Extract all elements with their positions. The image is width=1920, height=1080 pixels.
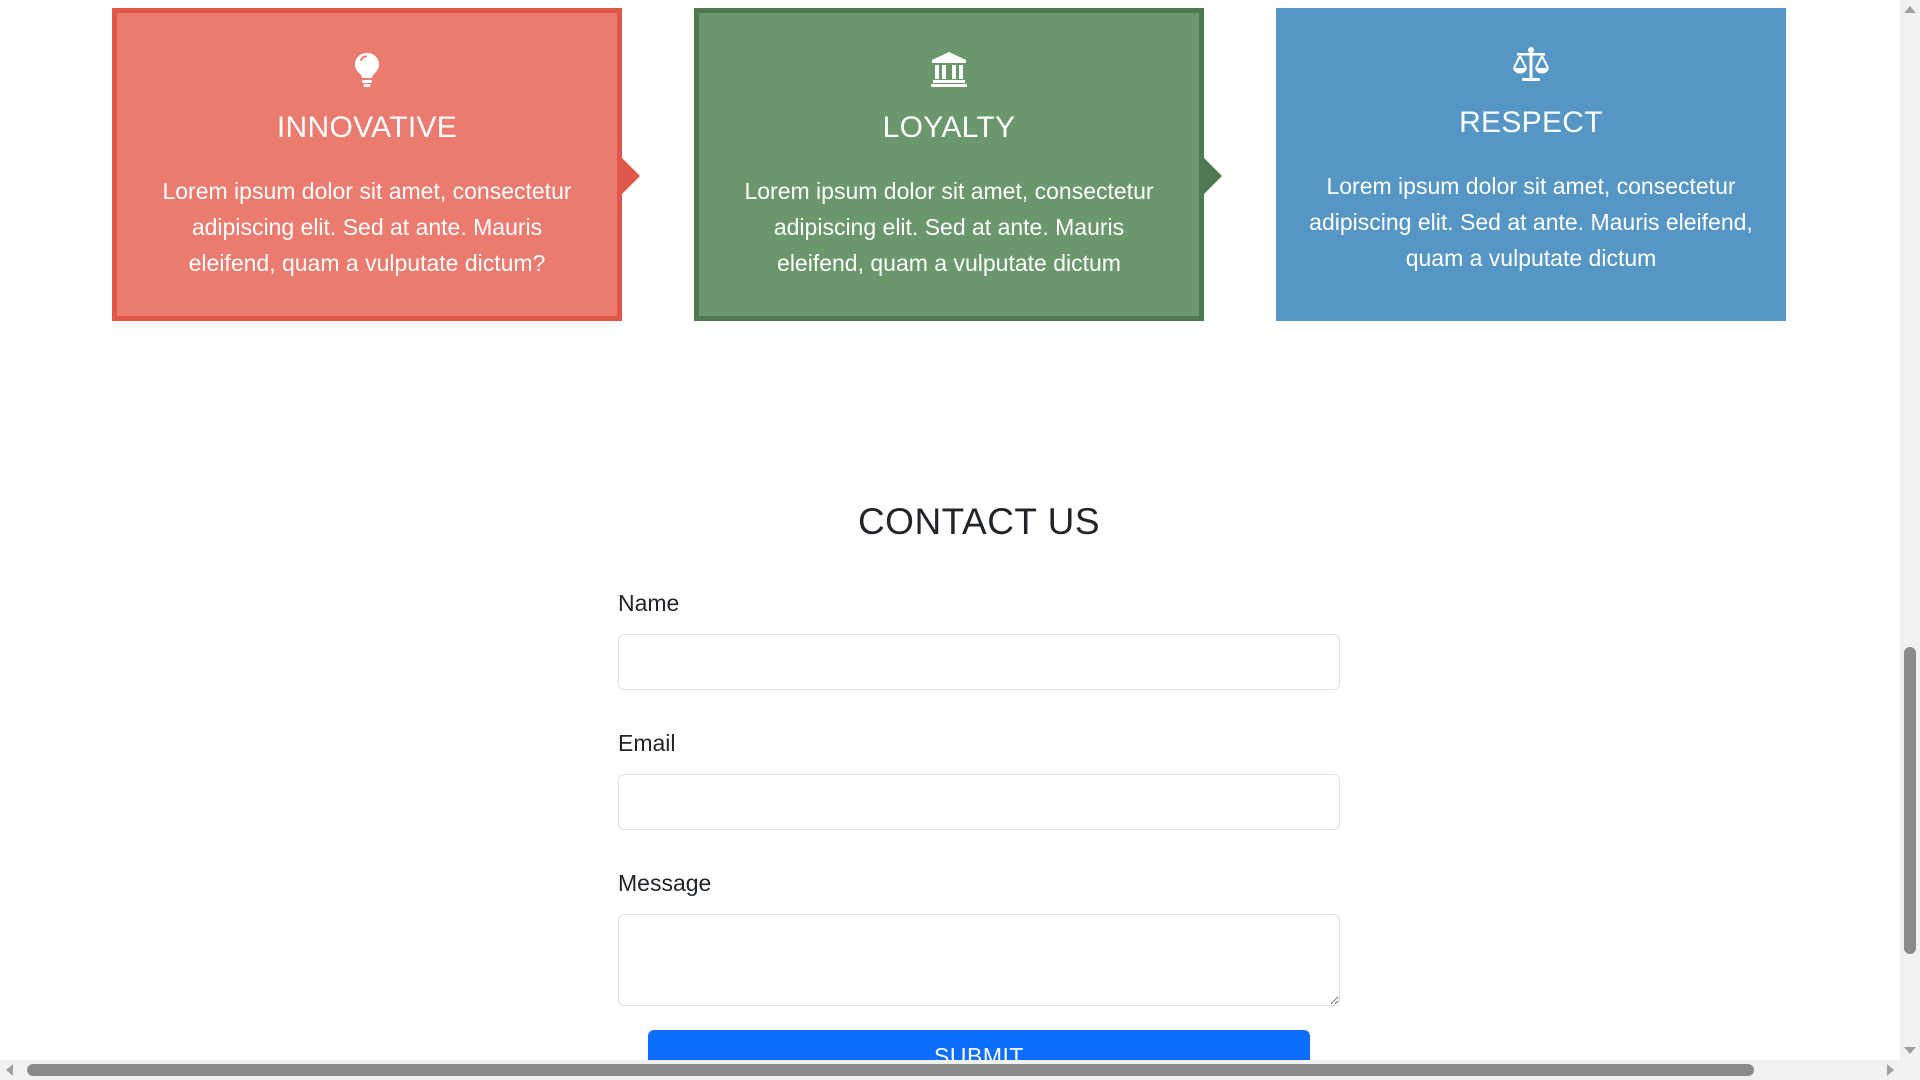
message-label: Message (618, 870, 712, 896)
feature-description: Lorem ipsum dolor sit amet, consectetur … (162, 178, 572, 276)
feature-description: Lorem ipsum dolor sit amet, consectetur … (1309, 173, 1753, 271)
email-label: Email (618, 730, 676, 756)
horizontal-scrollbar[interactable] (0, 1060, 1900, 1080)
feature-title: LOYALTY (882, 111, 1016, 144)
arrow-right-icon (1204, 158, 1222, 194)
feature-description: Lorem ipsum dolor sit amet, consectetur … (744, 178, 1154, 276)
feature-card-innovative: INNOVATIVE Lorem ipsum dolor sit amet, c… (112, 8, 640, 321)
page-viewport: INNOVATIVE Lorem ipsum dolor sit amet, c… (0, 0, 1900, 1060)
feature-title: INNOVATIVE (276, 111, 458, 144)
feature-card-respect: RESPECT Lorem ipsum dolor sit amet, cons… (1276, 8, 1786, 321)
contact-form: Name Email Message SUBMIT (618, 590, 1340, 1060)
message-field[interactable] (618, 914, 1340, 1006)
horizontal-scroll-thumb[interactable] (27, 1064, 1754, 1076)
name-field[interactable] (618, 634, 1340, 690)
scroll-right-icon[interactable] (1887, 1064, 1894, 1076)
email-field[interactable] (618, 774, 1340, 830)
scroll-left-icon[interactable] (6, 1064, 13, 1076)
submit-button[interactable]: SUBMIT (648, 1030, 1310, 1060)
feature-card-loyalty: LOYALTY Lorem ipsum dolor sit amet, cons… (694, 8, 1222, 321)
feature-title: RESPECT (1459, 106, 1603, 139)
scroll-up-icon[interactable] (1904, 6, 1916, 13)
vertical-scroll-thumb[interactable] (1904, 647, 1916, 954)
scroll-down-icon[interactable] (1904, 1047, 1916, 1054)
arrow-right-icon (622, 158, 640, 194)
scales-icon (1276, 44, 1786, 84)
lightbulb-icon (117, 49, 617, 89)
name-label: Name (618, 590, 680, 616)
contact-title: CONTACT US (857, 500, 1101, 542)
bank-icon (699, 49, 1199, 89)
scrollbar-corner (1900, 1060, 1920, 1080)
vertical-scrollbar[interactable] (1900, 0, 1920, 1060)
